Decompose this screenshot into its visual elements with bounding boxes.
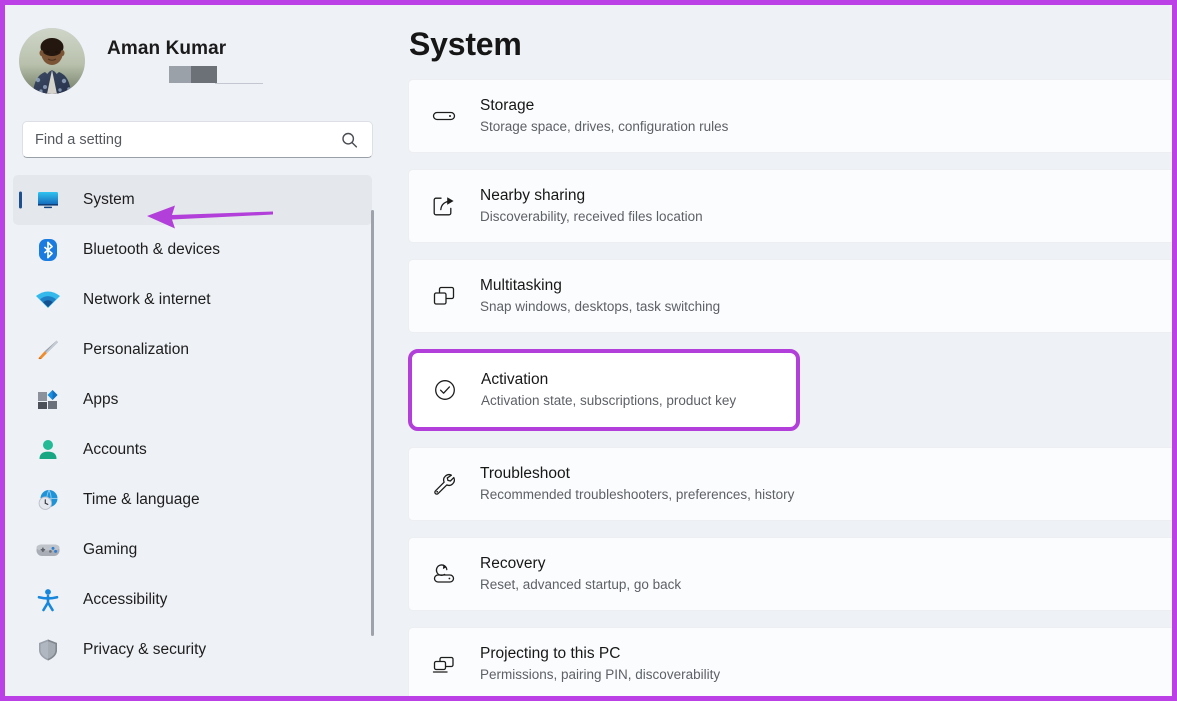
sidebar-item-bluetooth-devices[interactable]: Bluetooth & devices: [13, 225, 372, 275]
person-icon: [35, 437, 61, 463]
sidebar-item-label: System: [83, 191, 135, 209]
settings-card-activation[interactable]: Activation Activation state, subscriptio…: [408, 349, 800, 431]
globe-clock-icon: [35, 487, 61, 513]
page-title: System: [408, 5, 1172, 63]
sidebar-scrollbar-thumb[interactable]: [371, 210, 374, 636]
avatar[interactable]: [19, 28, 85, 94]
settings-card-nearby-sharing[interactable]: Nearby sharing Discoverability, received…: [408, 169, 1172, 243]
sidebar-item-label: Time & language: [83, 491, 200, 509]
card-title: Projecting to this PC: [480, 644, 720, 664]
card-subtitle: Permissions, pairing PIN, discoverabilit…: [480, 666, 720, 684]
card-subtitle: Storage space, drives, configuration rul…: [480, 118, 728, 136]
settings-card-list: Storage Storage space, drives, configura…: [408, 79, 1172, 696]
settings-card-storage[interactable]: Storage Storage space, drives, configura…: [408, 79, 1172, 153]
sidebar-item-time-language[interactable]: Time & language: [13, 475, 372, 525]
sidebar-nav: System Bluetooth & devices: [5, 175, 390, 675]
profile-section[interactable]: Aman Kumar: [5, 13, 390, 99]
selection-indicator: [19, 192, 22, 209]
accessibility-person-icon: [35, 587, 61, 613]
sidebar-item-privacy-security[interactable]: Privacy & security: [13, 625, 372, 675]
project-screen-icon: [429, 649, 459, 679]
sidebar-item-apps[interactable]: Apps: [13, 375, 372, 425]
search-box[interactable]: [22, 121, 373, 158]
sidebar-item-label: Apps: [83, 391, 118, 409]
sidebar-item-label: Network & internet: [83, 291, 211, 309]
search-input[interactable]: [35, 122, 360, 157]
wifi-icon: [35, 287, 61, 313]
sidebar-item-accounts[interactable]: Accounts: [13, 425, 372, 475]
card-subtitle: Reset, advanced startup, go back: [480, 576, 681, 594]
sidebar-item-label: Accounts: [83, 441, 147, 459]
sidebar-item-label: Privacy & security: [83, 641, 206, 659]
settings-card-multitasking[interactable]: Multitasking Snap windows, desktops, tas…: [408, 259, 1172, 333]
profile-name: Aman Kumar: [107, 38, 265, 60]
sidebar-item-label: Personalization: [83, 341, 189, 359]
settings-card-troubleshoot[interactable]: Troubleshoot Recommended troubleshooters…: [408, 447, 1172, 521]
shield-icon: [35, 637, 61, 663]
bluetooth-icon: [35, 237, 61, 263]
card-subtitle: Activation state, subscriptions, product…: [481, 392, 736, 410]
windows-stack-icon: [429, 281, 459, 311]
card-title: Multitasking: [480, 276, 720, 296]
card-subtitle: Discoverability, received files location: [480, 208, 703, 226]
monitor-icon: [35, 187, 61, 213]
recovery-drive-icon: [429, 559, 459, 589]
check-circle-icon: [430, 375, 460, 405]
sidebar-scrollbar[interactable]: [371, 210, 374, 636]
profile-email-redacted: [169, 66, 265, 84]
sidebar-item-gaming[interactable]: Gaming: [13, 525, 372, 575]
sidebar-item-label: Accessibility: [83, 591, 167, 609]
share-icon: [429, 191, 459, 221]
sidebar-item-label: Bluetooth & devices: [83, 241, 220, 259]
card-subtitle: Recommended troubleshooters, preferences…: [480, 486, 794, 504]
sidebar: Aman Kumar: [5, 5, 390, 696]
settings-window-annotated: Aman Kumar: [0, 0, 1177, 701]
gamepad-icon: [35, 537, 61, 563]
search-icon[interactable]: [341, 131, 358, 148]
main-content: System Storage Storage space, drives, co…: [390, 5, 1172, 696]
settings-card-projecting-to-this-pc[interactable]: Projecting to this PC Permissions, pairi…: [408, 627, 1172, 696]
sidebar-item-label: Gaming: [83, 541, 137, 559]
card-title: Activation: [481, 370, 736, 390]
card-title: Recovery: [480, 554, 681, 574]
hard-drive-icon: [429, 101, 459, 131]
sidebar-item-accessibility[interactable]: Accessibility: [13, 575, 372, 625]
paintbrush-icon: [35, 337, 61, 363]
sidebar-item-system[interactable]: System: [13, 175, 372, 225]
apps-icon: [35, 387, 61, 413]
sidebar-item-network-internet[interactable]: Network & internet: [13, 275, 372, 325]
card-subtitle: Snap windows, desktops, task switching: [480, 298, 720, 316]
settings-card-recovery[interactable]: Recovery Reset, advanced startup, go bac…: [408, 537, 1172, 611]
card-title: Storage: [480, 96, 728, 116]
wrench-icon: [429, 469, 459, 499]
card-title: Troubleshoot: [480, 464, 794, 484]
sidebar-item-personalization[interactable]: Personalization: [13, 325, 372, 375]
card-title: Nearby sharing: [480, 186, 703, 206]
